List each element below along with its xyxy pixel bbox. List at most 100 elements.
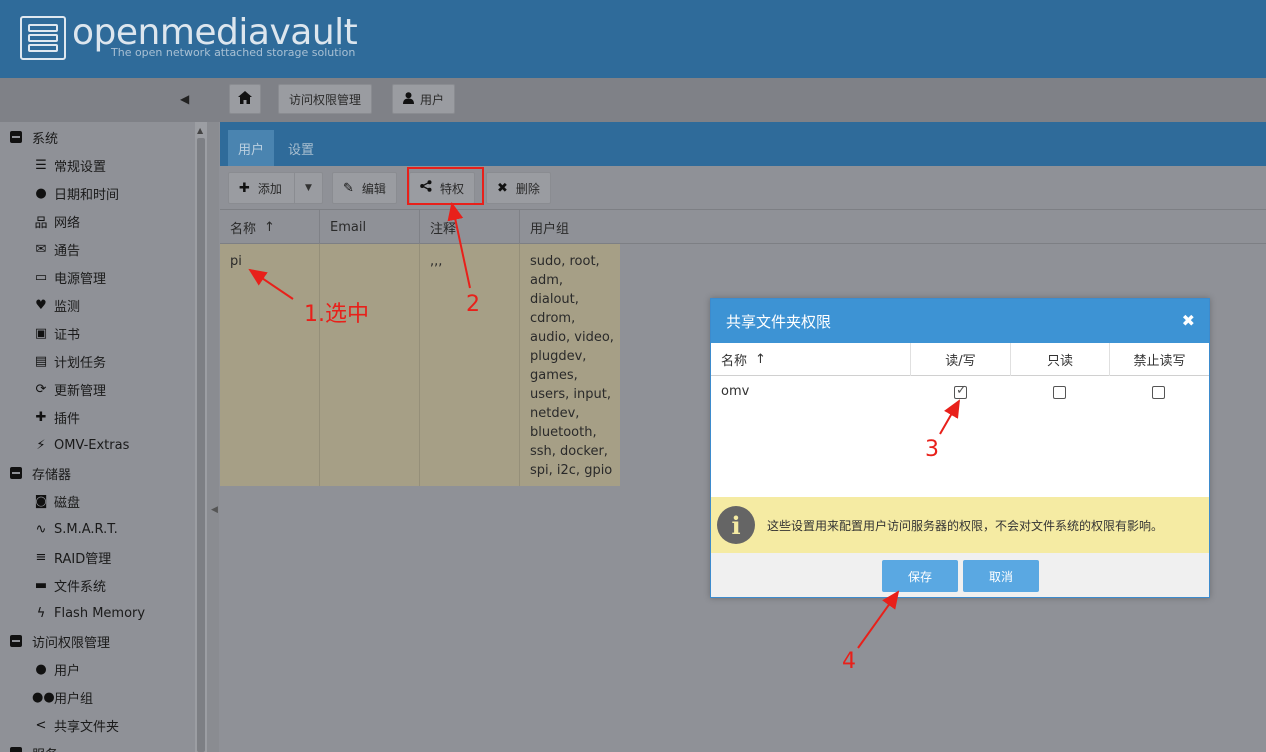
add-button[interactable]: ✚ 添加 ▼: [228, 172, 323, 204]
sliders-icon: ☰: [35, 157, 47, 173]
refresh-icon: ⟳: [35, 381, 47, 397]
shared-folder-name: omv: [721, 384, 750, 399]
column-header-read-only[interactable]: 只读: [1011, 343, 1110, 376]
sidebar-group-access-rights[interactable]: 访问权限管理: [0, 627, 110, 655]
sidebar-item-scheduled-jobs[interactable]: ▤ 计划任务: [32, 347, 106, 375]
sidebar-item-update[interactable]: ⟳ 更新管理: [32, 375, 106, 403]
permission-row[interactable]: omv: [711, 376, 1209, 409]
sidebar-group-services[interactable]: 服务: [0, 739, 58, 752]
cell-groups: sudo, root, adm, dialout, cdrom, audio, …: [530, 254, 614, 478]
user-icon: ●: [35, 661, 47, 677]
sidebar-item-filesystems[interactable]: ▬ 文件系统: [32, 571, 106, 599]
sidebar-item-flash-memory[interactable]: ϟ Flash Memory: [32, 599, 145, 627]
dialog-title-bar[interactable]: 共享文件夹权限 ✖: [711, 299, 1209, 343]
info-icon: i: [717, 506, 755, 544]
sidebar-item-disks[interactable]: ◙ 磁盘: [32, 487, 80, 515]
cell-name: pi: [230, 254, 242, 269]
highlight-box: [407, 167, 484, 205]
network-icon: 品: [34, 215, 48, 231]
column-header-name[interactable]: 名称 ↑: [220, 210, 320, 244]
sidebar-nav: 系统 ☰ 常规设置 ● 日期和时间 品网络 ✉ 通告 ▭ 电源管理 ♥ 监测 ▣ 证书 ▤ 计…: [0, 122, 195, 752]
no-access-checkbox[interactable]: [1152, 386, 1165, 399]
splitter-arrow-icon[interactable]: ◀: [211, 505, 218, 515]
home-icon: [238, 91, 252, 107]
annotation-step-4: 4: [842, 649, 856, 674]
sidebar-item-omv-extras[interactable]: ⚡ OMV-Extras: [32, 431, 129, 459]
column-header-read-write[interactable]: 读/写: [911, 343, 1011, 376]
table-row[interactable]: pi ,,, sudo, root, adm, dialout, cdrom, …: [220, 244, 620, 486]
panel-splitter[interactable]: [207, 122, 219, 752]
sidebar-item-certificates[interactable]: ▣ 证书: [32, 319, 80, 347]
column-header-comment[interactable]: 注释: [420, 210, 520, 244]
breadcrumb-bar: ◀: [0, 78, 1266, 122]
cancel-button[interactable]: 取消: [963, 560, 1039, 592]
close-icon: ✖: [497, 180, 508, 196]
sidebar-item-shared-folders[interactable]: < 共享文件夹: [32, 711, 119, 739]
sort-asc-icon: ↑: [264, 219, 275, 235]
bolt-icon: ϟ: [36, 605, 46, 621]
column-header-email[interactable]: Email: [320, 210, 420, 244]
cell-comment: ,,,: [430, 254, 443, 269]
read-write-checkbox[interactable]: [954, 383, 967, 399]
app-header: openmediavault The open network attached…: [0, 0, 1266, 78]
sidebar-item-smart[interactable]: ∿ S.M.A.R.T.: [32, 515, 118, 543]
collapse-icon: [10, 635, 22, 647]
column-divider: [519, 244, 520, 486]
close-icon[interactable]: ✖: [1182, 311, 1195, 330]
sidebar-item-monitoring[interactable]: ♥ 监测: [32, 291, 80, 319]
envelope-icon: ✉: [35, 241, 47, 257]
info-banner: i 这些设置用来配置用户访问服务器的权限，不会对文件系统的权限有影响。: [711, 497, 1209, 553]
sidebar-item-groups[interactable]: ●● 用户组: [32, 683, 93, 711]
tab-settings[interactable]: 设置: [278, 130, 324, 166]
sidebar-item-notification[interactable]: ✉ 通告: [32, 235, 80, 263]
sort-asc-icon: ↑: [755, 352, 766, 367]
save-button[interactable]: 保存: [882, 560, 958, 592]
omv-logo-icon: [20, 16, 66, 60]
tab-users[interactable]: 用户: [228, 130, 275, 166]
sidebar-item-general[interactable]: ☰ 常规设置: [32, 151, 106, 179]
clock-icon: ●: [35, 185, 47, 201]
sidebar-item-users[interactable]: ● 用户: [32, 655, 80, 683]
breadcrumb-home[interactable]: [229, 84, 261, 114]
folder-icon: ▬: [34, 577, 48, 593]
sidebar-item-plugins[interactable]: ✚ 插件: [32, 403, 80, 431]
plug-icon: ⚡: [36, 437, 46, 453]
collapse-icon: [10, 467, 22, 479]
sidebar-item-network[interactable]: 品网络: [32, 207, 80, 235]
column-header-groups[interactable]: 用户组: [520, 210, 620, 244]
sidebar-item-datetime[interactable]: ● 日期和时间: [32, 179, 119, 207]
edit-button[interactable]: ✎ 编辑: [332, 172, 397, 204]
plus-icon: ✚: [239, 180, 250, 196]
pulse-icon: ∿: [35, 521, 47, 537]
sidebar-item-raid[interactable]: ≡ RAID管理: [32, 543, 112, 571]
column-header-name[interactable]: 名称 ↑: [711, 343, 911, 376]
pencil-icon: ✎: [343, 180, 354, 196]
sidebar-scroll-thumb[interactable]: [197, 138, 205, 752]
column-divider: [419, 244, 420, 486]
sidebar-group-system[interactable]: 系统: [0, 123, 58, 151]
collapse-icon: [10, 131, 22, 143]
breadcrumb-users[interactable]: 用户: [392, 84, 456, 114]
battery-icon: ▭: [34, 269, 48, 285]
puzzle-icon: ✚: [35, 409, 47, 425]
read-only-checkbox[interactable]: [1053, 386, 1066, 399]
hdd-icon: ◙: [34, 493, 48, 509]
dropdown-arrow-icon[interactable]: ▼: [294, 173, 322, 203]
annotation-step-2: 2: [466, 292, 480, 317]
collapse-icon: [10, 747, 22, 752]
collapse-sidebar-icon[interactable]: ◀: [180, 92, 194, 106]
shared-folder-permissions-dialog: 共享文件夹权限 ✖ 名称 ↑ 读/写 只读 禁止读写 omv i 这些设置用来配…: [710, 298, 1210, 598]
sidebar-group-storage[interactable]: 存储器: [0, 459, 71, 487]
users-grid-header: 名称 ↑ Email 注释 用户组: [220, 210, 1266, 244]
share-icon: <: [35, 717, 47, 733]
grid-toolbar: ✚ 添加 ▼ ✎ 编辑 特权 ✖ 删除: [220, 166, 1266, 210]
calendar-clock-icon: ▤: [34, 353, 48, 369]
sidebar-item-power[interactable]: ▭ 电源管理: [32, 263, 106, 291]
column-header-no-access[interactable]: 禁止读写: [1110, 343, 1209, 376]
annotation-step-1: 1.选中: [304, 302, 369, 327]
tab-bar: 用户 设置: [220, 122, 1266, 166]
scroll-up-icon[interactable]: ▲: [197, 126, 203, 135]
breadcrumb-access-rights[interactable]: 访问权限管理: [278, 84, 373, 114]
certificate-icon: ▣: [34, 325, 48, 341]
delete-button[interactable]: ✖ 删除: [486, 172, 551, 204]
